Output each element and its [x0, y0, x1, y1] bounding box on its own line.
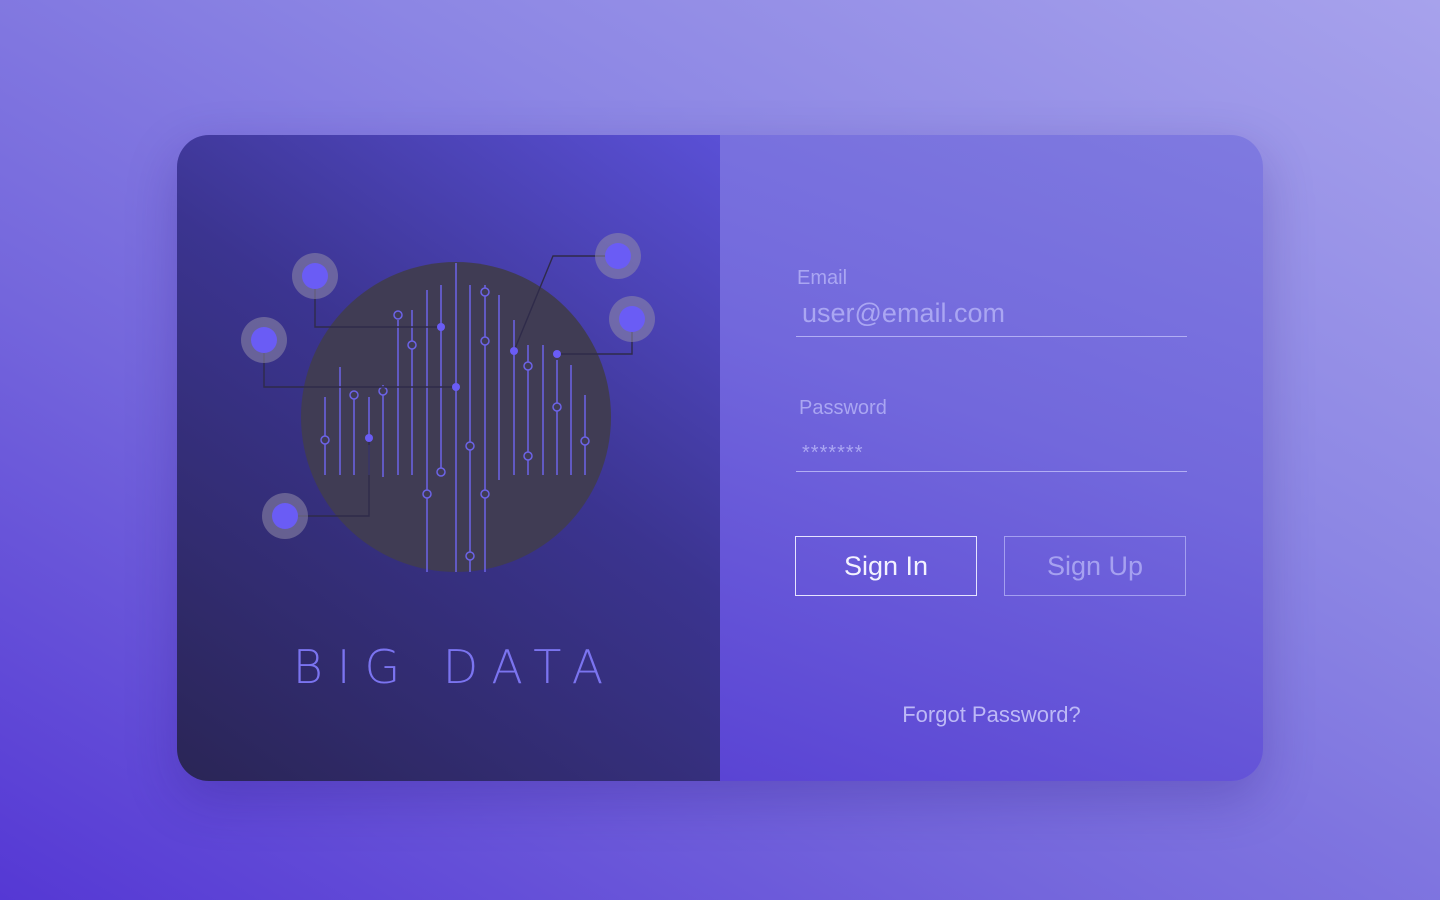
- password-input[interactable]: [796, 435, 1187, 472]
- forgot-password-link[interactable]: Forgot Password?: [720, 702, 1263, 728]
- password-label: Password: [799, 397, 887, 419]
- login-form-panel: Email Password Sign In Sign Up Forgot Pa…: [720, 135, 1263, 781]
- branding-panel: BIG DATA: [177, 135, 720, 781]
- email-input[interactable]: [796, 290, 1187, 337]
- brand-title: BIG DATA: [292, 640, 618, 694]
- sign-up-button[interactable]: Sign Up: [1004, 536, 1186, 596]
- login-card: BIG DATA Email Password Sign In Sign Up …: [177, 135, 1263, 781]
- email-label: Email: [797, 267, 848, 289]
- circuit-brain-icon: [241, 233, 655, 572]
- sign-in-button[interactable]: Sign In: [795, 536, 977, 596]
